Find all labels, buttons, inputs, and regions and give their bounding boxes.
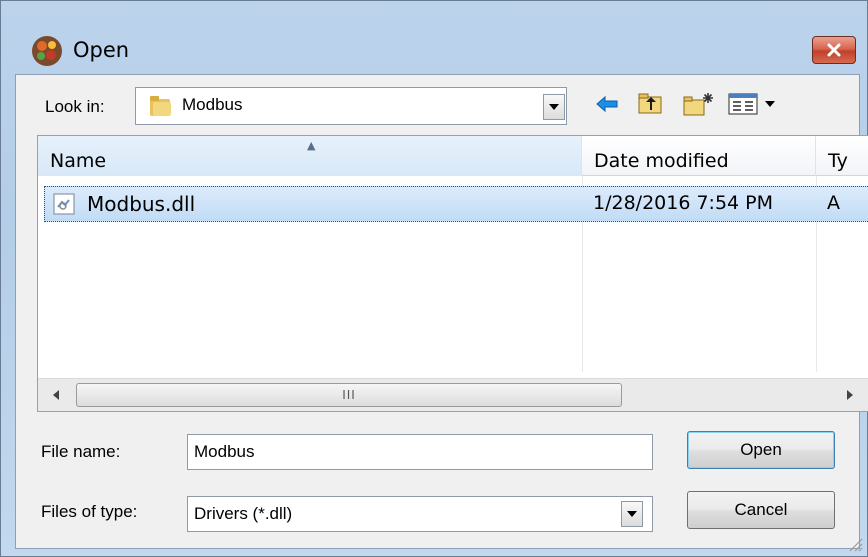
- app-icon: [32, 36, 62, 66]
- filetype-label: Files of type:: [41, 502, 138, 521]
- horizontal-scrollbar[interactable]: III: [38, 378, 868, 411]
- scroll-right-button[interactable]: [838, 379, 862, 411]
- column-header-date-modified[interactable]: Date modified: [582, 136, 816, 176]
- filetype-dropdown-button[interactable]: [621, 501, 643, 527]
- file-list[interactable]: Name ▲ Date modified Ty Modbus.dll 1/28/…: [37, 135, 868, 412]
- open-dialog: Open Look in: Modbus Name ▲ Date modifie…: [0, 0, 868, 557]
- new-folder-button[interactable]: [680, 89, 718, 119]
- view-menu-icon: [728, 93, 775, 115]
- cancel-button[interactable]: Cancel: [687, 491, 835, 529]
- dll-file-icon: [53, 193, 75, 215]
- open-button[interactable]: Open: [687, 431, 835, 469]
- file-date: 1/28/2016 7:54 PM: [593, 192, 774, 214]
- sort-ascending-icon: ▲: [307, 139, 316, 152]
- up-folder-icon: [638, 93, 662, 114]
- lookin-value: Modbus: [182, 95, 243, 114]
- back-arrow-icon: [596, 95, 618, 113]
- filetype-dropdown[interactable]: Drivers (*.dll): [187, 496, 653, 532]
- lookin-label: Look in:: [45, 97, 105, 116]
- resize-grip-icon[interactable]: [847, 536, 863, 552]
- close-icon: [827, 43, 841, 57]
- chevron-down-icon: [549, 104, 559, 110]
- filename-label: File name:: [41, 442, 121, 461]
- chevron-left-icon: [53, 390, 59, 400]
- file-type: A: [827, 192, 840, 214]
- view-menu-button[interactable]: [725, 89, 781, 119]
- lookin-dropdown-button[interactable]: [543, 94, 565, 120]
- list-item[interactable]: Modbus.dll 1/28/2016 7:54 PM A: [44, 186, 868, 222]
- file-name: Modbus.dll: [87, 192, 196, 216]
- new-folder-icon: [683, 93, 713, 116]
- close-button[interactable]: [812, 36, 856, 64]
- column-header-type[interactable]: Ty: [816, 136, 868, 176]
- window-title: Open: [73, 38, 130, 62]
- chevron-right-icon: [847, 390, 853, 400]
- list-header: Name ▲ Date modified Ty: [38, 136, 868, 176]
- up-folder-button[interactable]: [634, 89, 668, 119]
- scroll-thumb-grip: III: [342, 388, 356, 402]
- back-button[interactable]: [592, 89, 622, 119]
- chevron-down-icon: [627, 511, 637, 517]
- folder-icon: [150, 96, 171, 116]
- lookin-dropdown[interactable]: Modbus: [135, 87, 567, 125]
- scroll-left-button[interactable]: [44, 379, 68, 411]
- scroll-thumb[interactable]: III: [76, 383, 622, 407]
- filename-field[interactable]: Modbus: [187, 434, 653, 470]
